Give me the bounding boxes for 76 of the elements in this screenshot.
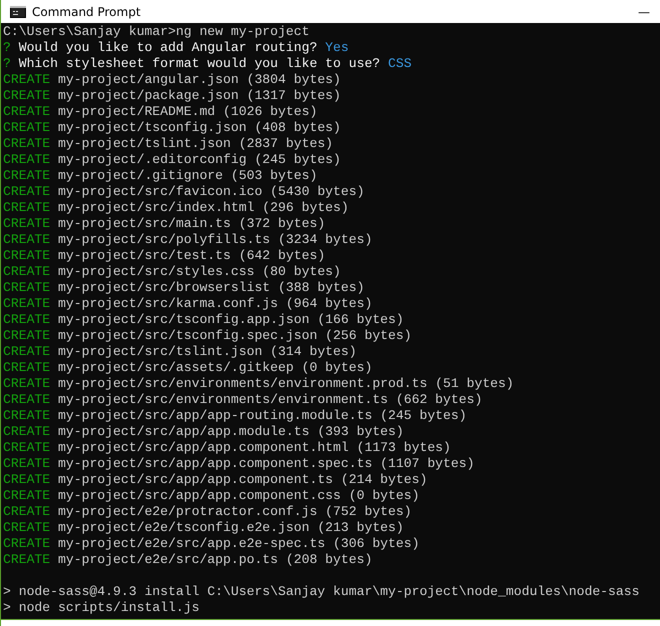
file-path: my-project/src/tsconfig.spec.json (256 bytes) bbox=[58, 328, 412, 344]
create-label: CREATE bbox=[3, 120, 50, 136]
file-path: my-project/.gitignore (503 bytes) bbox=[58, 168, 318, 184]
file-path: my-project/e2e/src/app.po.ts (208 bytes) bbox=[58, 552, 372, 568]
create-label: CREATE bbox=[3, 136, 50, 152]
file-path: my-project/src/styles.css (80 bytes) bbox=[58, 264, 341, 280]
file-path: my-project/tslint.json (2837 bytes) bbox=[58, 136, 334, 152]
minimize-button[interactable]: — bbox=[638, 4, 650, 18]
create-label: CREATE bbox=[3, 344, 50, 360]
create-label: CREATE bbox=[3, 440, 50, 456]
file-path: my-project/src/app/app.component.html (1173 bytes) bbox=[58, 440, 451, 456]
file-path: my-project/README.md (1026 bytes) bbox=[58, 104, 318, 120]
create-label: CREATE bbox=[3, 200, 50, 216]
create-label: CREATE bbox=[3, 392, 50, 408]
file-path: my-project/.editorconfig (245 bytes) bbox=[58, 152, 341, 168]
create-label: CREATE bbox=[3, 424, 50, 440]
file-path: my-project/src/environments/environment.prod.ts (51 bytes) bbox=[58, 376, 514, 392]
file-path: my-project/src/app/app.component.css (0 bytes) bbox=[58, 488, 420, 504]
create-label: CREATE bbox=[3, 376, 50, 392]
output-mark: > bbox=[3, 600, 11, 616]
create-label: CREATE bbox=[3, 184, 50, 200]
window-title: Command Prompt bbox=[32, 4, 142, 18]
create-label: CREATE bbox=[3, 472, 50, 488]
output-mark: > bbox=[3, 584, 11, 600]
file-path: my-project/tsconfig.json (408 bytes) bbox=[58, 120, 341, 136]
create-label: CREATE bbox=[3, 264, 50, 280]
file-path: my-project/src/tsconfig.app.json (166 bytes) bbox=[58, 312, 404, 328]
prompt-mark: ? bbox=[3, 56, 11, 72]
create-label: CREATE bbox=[3, 72, 50, 88]
file-path: my-project/src/environments/environment.ts (662 bytes) bbox=[58, 392, 482, 408]
file-path: my-project/angular.json (3804 bytes) bbox=[58, 72, 341, 88]
create-label: CREATE bbox=[3, 520, 50, 536]
create-label: CREATE bbox=[3, 168, 50, 184]
create-label: CREATE bbox=[3, 408, 50, 424]
prompt-question: Would you like to add Angular routing? bbox=[18, 40, 318, 56]
file-path: my-project/src/polyfills.ts (3234 bytes) bbox=[58, 232, 372, 248]
file-path: my-project/src/app/app.module.ts (393 bytes) bbox=[58, 424, 404, 440]
create-label: CREATE bbox=[3, 280, 50, 296]
create-label: CREATE bbox=[3, 360, 50, 376]
output-text: node-sass@4.9.3 install C:\Users\Sanjay kumar\my-project\node_modules\node-sass bbox=[18, 584, 640, 600]
file-path: my-project/e2e/protractor.conf.js (752 bytes) bbox=[58, 504, 412, 520]
create-label: CREATE bbox=[3, 296, 50, 312]
file-path: my-project/src/browserslist (388 bytes) bbox=[58, 280, 364, 296]
file-path: my-project/src/assets/.gitkeep (0 bytes) bbox=[58, 360, 372, 376]
create-label: CREATE bbox=[3, 232, 50, 248]
file-path: my-project/package.json (1317 bytes) bbox=[58, 88, 341, 104]
file-path: my-project/src/test.ts (642 bytes) bbox=[58, 248, 326, 264]
prompt-answer: CSS bbox=[388, 56, 412, 72]
create-label: CREATE bbox=[3, 552, 50, 568]
file-path: my-project/src/favicon.ico (5430 bytes) bbox=[58, 184, 364, 200]
terminal-icon bbox=[10, 6, 26, 18]
command-line: C:\Users\Sanjay kumar>ng new my-project bbox=[3, 24, 310, 40]
create-label: CREATE bbox=[3, 248, 50, 264]
file-path: my-project/src/tslint.json (314 bytes) bbox=[58, 344, 357, 360]
file-path: my-project/src/app/app.component.spec.ts (1107 bytes) bbox=[58, 456, 474, 472]
file-path: my-project/src/main.ts (372 bytes) bbox=[58, 216, 326, 232]
prompt-mark: ? bbox=[3, 40, 11, 56]
create-label: CREATE bbox=[3, 88, 50, 104]
file-path: my-project/src/index.html (296 bytes) bbox=[58, 200, 349, 216]
create-label: CREATE bbox=[3, 152, 50, 168]
file-path: my-project/e2e/tsconfig.e2e.json (213 bytes) bbox=[58, 520, 404, 536]
create-label: CREATE bbox=[3, 104, 50, 120]
file-path: my-project/src/app/app.component.ts (214 bytes) bbox=[58, 472, 428, 488]
output-text: node scripts/install.js bbox=[18, 600, 200, 616]
file-path: my-project/src/karma.conf.js (964 bytes) bbox=[58, 296, 372, 312]
file-path: my-project/e2e/src/app.e2e-spec.ts (306 bytes) bbox=[58, 536, 420, 552]
create-label: CREATE bbox=[3, 312, 50, 328]
file-path: my-project/src/app/app-routing.module.ts (245 bytes) bbox=[58, 408, 467, 424]
prompt-answer: Yes bbox=[325, 40, 349, 56]
create-label: CREATE bbox=[3, 456, 50, 472]
create-label: CREATE bbox=[3, 536, 50, 552]
create-label: CREATE bbox=[3, 504, 50, 520]
prompt-question: Which stylesheet format would you like to use? bbox=[18, 56, 380, 72]
create-label: CREATE bbox=[3, 216, 50, 232]
create-label: CREATE bbox=[3, 488, 50, 504]
create-label: CREATE bbox=[3, 328, 50, 344]
